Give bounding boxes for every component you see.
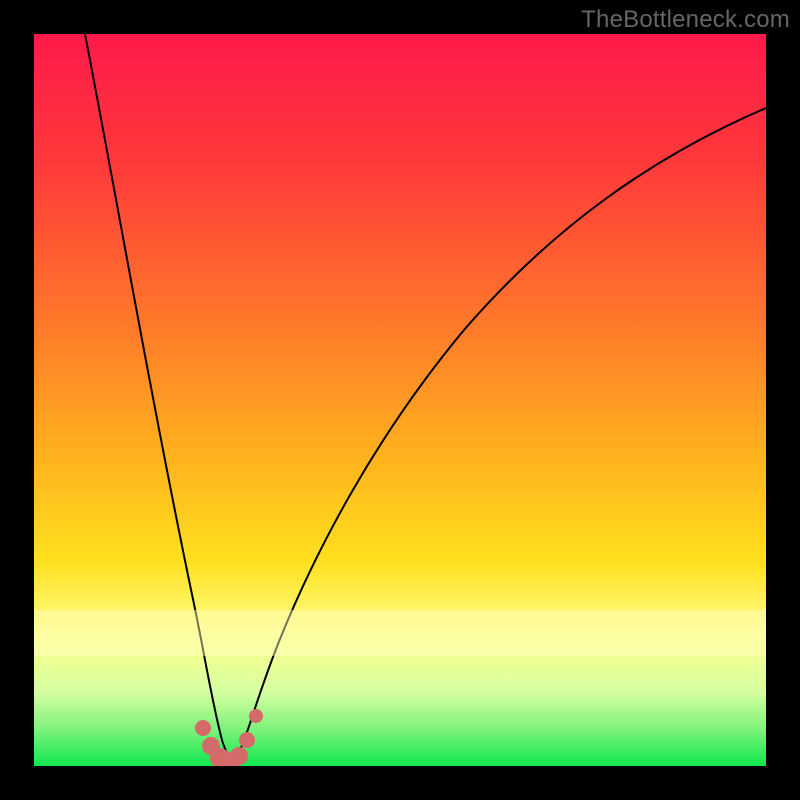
gradient-background (34, 34, 766, 766)
highlight-band (34, 610, 766, 656)
watermark-text: TheBottleneck.com (581, 6, 790, 34)
chart-svg (34, 34, 766, 766)
chart-area (34, 34, 766, 766)
